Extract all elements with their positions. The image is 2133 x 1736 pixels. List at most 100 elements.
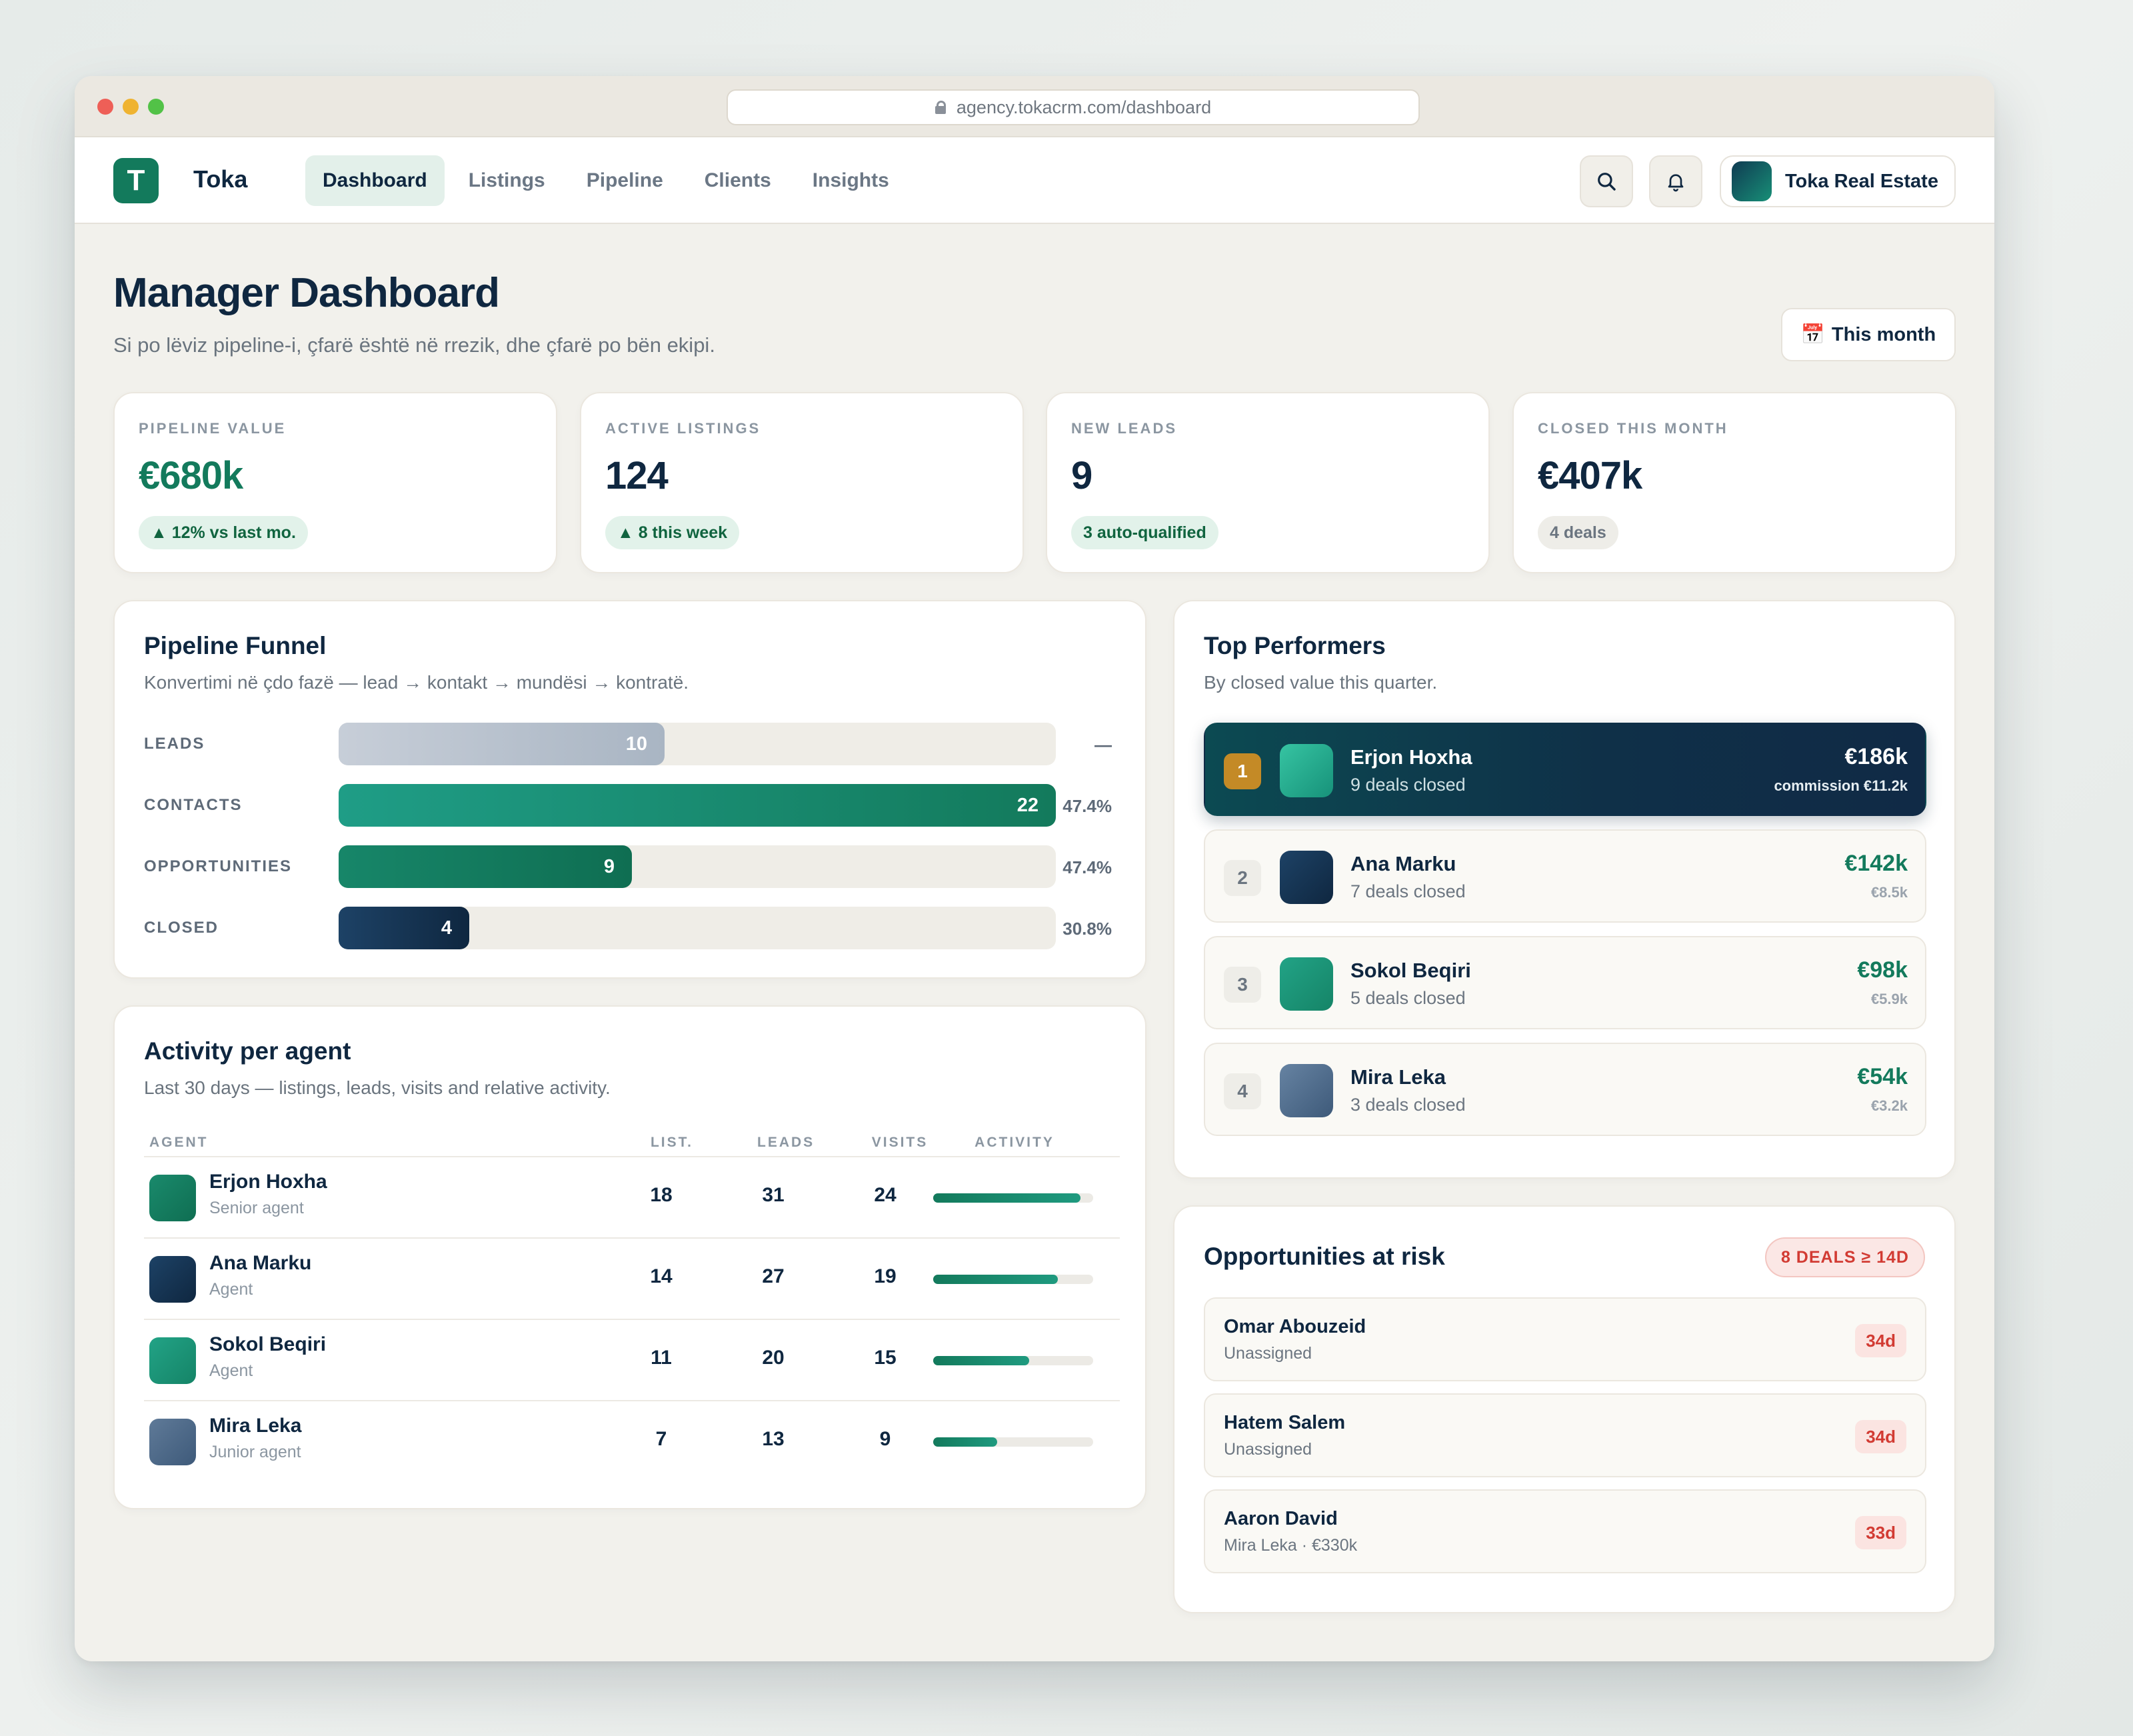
- nav-link-clients[interactable]: Clients: [687, 155, 789, 206]
- kpi-card-pipeline-value: PIPELINE VALUE €680k ▲ 12% vs last mo.: [113, 392, 557, 573]
- funnel-track: 22: [339, 784, 1056, 827]
- nav-link-pipeline[interactable]: Pipeline: [569, 155, 681, 206]
- kpi-card-active-listings: ACTIVE LISTINGS 124 ▲ 8 this week: [580, 392, 1024, 573]
- performer-name: Sokol Beqiri: [1350, 959, 1471, 982]
- section-title: Activity per agent: [144, 1037, 351, 1065]
- avatar: [1280, 851, 1333, 904]
- performer-row[interactable]: 3 Sokol Beqiri 5 deals closed €98k €5.9k: [1204, 936, 1926, 1029]
- avatar: [149, 1256, 196, 1303]
- period-selector-button[interactable]: 📅 This month: [1781, 308, 1956, 361]
- performer-commission: €3.2k: [1870, 1097, 1908, 1114]
- column-header-listings: LIST.: [650, 1135, 693, 1150]
- funnel-bar[interactable]: 4: [339, 907, 469, 949]
- leads-count: 13: [762, 1428, 785, 1450]
- funnel-track: 10: [339, 723, 1056, 765]
- agent-role: Agent: [209, 1280, 253, 1299]
- funnel-stage-label: CONTACTS: [144, 796, 243, 814]
- avatar: [149, 1175, 196, 1221]
- activity-per-agent-card: Activity per agent Last 30 days — listin…: [113, 1005, 1146, 1509]
- table-row[interactable]: Sokol Beqiri Agent 11 20 15: [144, 1319, 1120, 1400]
- funnel-stage-label: LEADS: [144, 735, 205, 753]
- listings-count: 18: [650, 1184, 673, 1206]
- maximize-window-button[interactable]: [148, 99, 164, 115]
- activity-bar-fill: [933, 1193, 1080, 1203]
- agent-role: Senior agent: [209, 1199, 304, 1217]
- kpi-label: ACTIVE LISTINGS: [605, 420, 761, 437]
- address-bar[interactable]: agency.tokacrm.com/dashboard: [727, 89, 1420, 125]
- table-row[interactable]: Mira Leka Junior agent 7 13 9: [144, 1400, 1120, 1481]
- leads-count: 31: [762, 1184, 785, 1206]
- funnel-track: 9: [339, 845, 1056, 888]
- rank-badge: 3: [1224, 967, 1261, 1003]
- performer-commission: €5.9k: [1870, 991, 1908, 1007]
- risk-opportunity-row[interactable]: Hatem Salem Unassigned 34d: [1204, 1393, 1926, 1477]
- avatar: [1280, 744, 1333, 797]
- risk-opportunity-row[interactable]: Aaron David Mira Leka · €330k 33d: [1204, 1489, 1926, 1573]
- app-logo[interactable]: T: [113, 158, 159, 203]
- performer-row[interactable]: 1 Erjon Hoxha 9 deals closed €186k commi…: [1204, 723, 1926, 816]
- agent-name: Ana Marku: [209, 1252, 312, 1274]
- pipeline-funnel-card: Pipeline Funnel Konvertimi në çdo fazë —…: [113, 600, 1146, 979]
- organization-switcher[interactable]: Toka Real Estate: [1720, 155, 1956, 207]
- search-button[interactable]: [1580, 155, 1633, 207]
- opportunity-owner: Unassigned: [1224, 1440, 1312, 1459]
- kpi-value: €680k: [139, 454, 243, 497]
- period-label: This month: [1831, 323, 1936, 345]
- funnel-stage-label: OPPORTUNITIES: [144, 857, 293, 875]
- nav-links: Dashboard Listings Pipeline Clients Insi…: [305, 155, 907, 206]
- funnel-conversion-rate: 47.4%: [1063, 857, 1112, 877]
- activity-bar-fill: [933, 1275, 1059, 1284]
- page-subtitle: Si po lëviz pipeline-i, çfarë është në r…: [113, 333, 715, 357]
- funnel-conversion-rate: —: [1094, 735, 1112, 755]
- risk-opportunity-row[interactable]: Omar Abouzeid Unassigned 34d: [1204, 1297, 1926, 1381]
- performer-row[interactable]: 4 Mira Leka 3 deals closed €54k €3.2k: [1204, 1043, 1926, 1136]
- funnel-bar[interactable]: 9: [339, 845, 632, 888]
- performer-name: Erjon Hoxha: [1350, 745, 1472, 769]
- organization-name: Toka Real Estate: [1785, 170, 1938, 192]
- agent-name: Sokol Beqiri: [209, 1333, 327, 1355]
- column-header-leads: LEADS: [757, 1135, 815, 1150]
- nav-link-insights[interactable]: Insights: [795, 155, 907, 206]
- leads-count: 20: [762, 1347, 785, 1369]
- notifications-button[interactable]: [1649, 155, 1702, 207]
- search-icon: [1598, 173, 1616, 191]
- visits-count: 24: [874, 1184, 897, 1206]
- visits-count: 15: [874, 1347, 897, 1369]
- browser-window: agency.tokacrm.com/dashboard T Toka Dash…: [75, 76, 1994, 1661]
- brand-name[interactable]: Toka: [193, 165, 247, 193]
- organization-avatar: [1732, 161, 1772, 201]
- activity-bar-fill: [933, 1356, 1029, 1365]
- funnel-row-leads: LEADS 10 —: [144, 723, 1112, 765]
- listings-count: 14: [650, 1265, 673, 1287]
- performer-commission: commission €11.2k: [1774, 777, 1908, 794]
- performer-commission: €8.5k: [1870, 884, 1908, 901]
- activity-bar: [933, 1275, 1093, 1284]
- minimize-window-button[interactable]: [123, 99, 139, 115]
- performer-name: Mira Leka: [1350, 1065, 1446, 1089]
- page-title: Manager Dashboard: [113, 270, 500, 316]
- opportunities-at-risk-card: Opportunities at risk 8 DEALS ≥ 14D Omar…: [1173, 1205, 1956, 1613]
- opportunity-name: Aaron David: [1224, 1508, 1338, 1529]
- kpi-value: €407k: [1538, 454, 1642, 497]
- performer-name: Ana Marku: [1350, 852, 1456, 875]
- performer-deals: 3 deals closed: [1350, 1095, 1466, 1115]
- nav-link-dashboard[interactable]: Dashboard: [305, 155, 445, 206]
- nav-link-listings[interactable]: Listings: [451, 155, 563, 206]
- address-bar-url: agency.tokacrm.com/dashboard: [956, 97, 1212, 117]
- agent-role: Junior agent: [209, 1443, 301, 1461]
- performer-value: €98k: [1857, 957, 1908, 983]
- funnel-bar[interactable]: 22: [339, 784, 1056, 827]
- funnel-stage-label: CLOSED: [144, 919, 219, 937]
- table-row[interactable]: Erjon Hoxha Senior agent 18 31 24: [144, 1156, 1120, 1237]
- performer-deals: 5 deals closed: [1350, 988, 1466, 1008]
- table-row[interactable]: Ana Marku Agent 14 27 19: [144, 1237, 1120, 1319]
- funnel-bar[interactable]: 10: [339, 723, 665, 765]
- agent-name: Mira Leka: [209, 1415, 302, 1437]
- browser-chrome: agency.tokacrm.com/dashboard: [75, 76, 1994, 137]
- bell-icon: [1668, 174, 1684, 192]
- performer-row[interactable]: 2 Ana Marku 7 deals closed €142k €8.5k: [1204, 829, 1926, 923]
- days-stale-badge: 34d: [1855, 1324, 1906, 1357]
- listings-count: 7: [655, 1428, 667, 1450]
- funnel-row-contacts: CONTACTS 22 47.4%: [144, 784, 1112, 827]
- close-window-button[interactable]: [97, 99, 113, 115]
